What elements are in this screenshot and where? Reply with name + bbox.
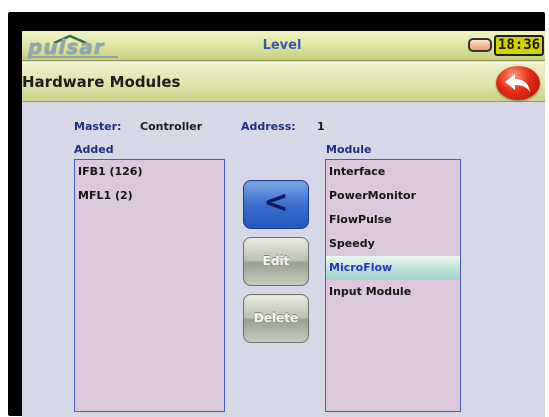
list-item[interactable]: Speedy — [326, 232, 460, 256]
clock-display: 18:36 — [494, 35, 544, 56]
module-header: Module — [326, 143, 372, 156]
delete-button[interactable]: Delete — [243, 294, 309, 343]
master-value: Controller — [140, 120, 203, 133]
main-content: Master: Controller Address: 1 Added Modu… — [22, 103, 545, 417]
edit-button[interactable]: Edit — [243, 237, 309, 286]
list-item[interactable]: IFB1 (126) — [75, 160, 224, 184]
device-frame: pulsar Level 18:36 Hardware Modules Mast… — [8, 12, 545, 417]
battery-icon — [468, 38, 492, 52]
list-item[interactable]: PowerMonitor — [326, 184, 460, 208]
logo-text: pulsar — [28, 35, 105, 59]
page-header: Hardware Modules — [22, 62, 545, 102]
pulsar-logo: pulsar — [26, 33, 120, 59]
list-item[interactable]: MFL1 (2) — [75, 184, 224, 208]
address-label: Address: — [241, 120, 296, 133]
page-title: Hardware Modules — [22, 73, 181, 91]
list-item[interactable]: Interface — [326, 160, 460, 184]
list-item-selected[interactable]: MicroFlow — [326, 256, 460, 280]
move-left-button[interactable]: < — [243, 180, 309, 229]
back-arrow-icon — [505, 74, 530, 92]
added-list[interactable]: IFB1 (126) MFL1 (2) — [74, 159, 225, 412]
list-item[interactable]: FlowPulse — [326, 208, 460, 232]
master-label: Master: — [74, 120, 122, 133]
list-item[interactable]: Input Module — [326, 280, 460, 304]
status-bar: pulsar Level 18:36 — [22, 31, 545, 61]
screen-title: Level — [262, 38, 302, 53]
address-value: 1 — [317, 120, 325, 133]
device-screen: pulsar Level 18:36 Hardware Modules Mast… — [22, 31, 545, 417]
added-header: Added — [74, 143, 114, 156]
back-button[interactable] — [496, 66, 540, 100]
module-list[interactable]: Interface PowerMonitor FlowPulse Speedy … — [325, 159, 461, 412]
